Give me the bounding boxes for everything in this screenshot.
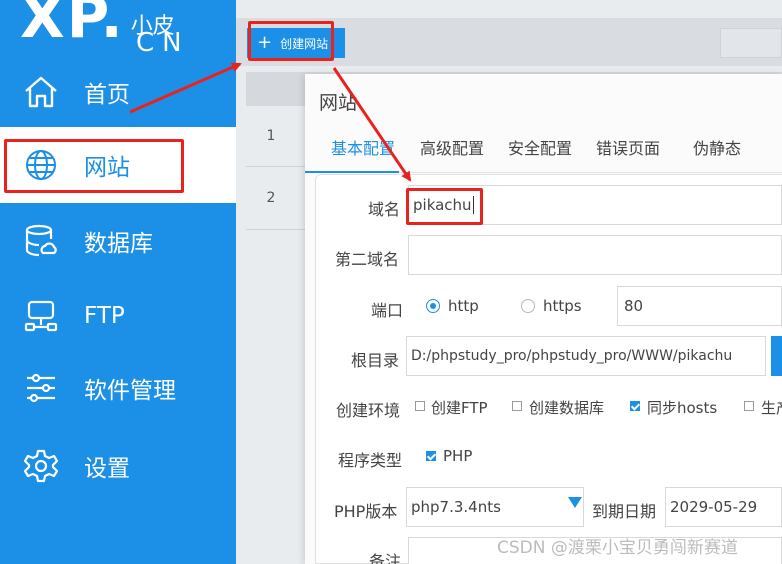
- sidebar-item-label: 软件管理: [84, 378, 176, 404]
- sidebar-item-label: 首页: [84, 82, 130, 108]
- tab-security-config[interactable]: 安全配置: [508, 135, 572, 159]
- database-icon: [22, 222, 60, 260]
- expire-date-label: 到期日期: [592, 502, 657, 521]
- expire-date-value: 2029-05-29: [670, 498, 758, 516]
- tab-basic-config[interactable]: 基本配置: [331, 135, 395, 159]
- php-version-select[interactable]: php7.3.4nts: [406, 487, 584, 527]
- home-icon: [22, 73, 60, 111]
- root-dir-input[interactable]: D:/phpstudy_pro/phpstudy_pro/WWW/pikachu: [406, 336, 766, 376]
- ftp-server-icon: [22, 297, 60, 335]
- root-dir-value: D:/phpstudy_pro/phpstudy_pro/WWW/pikachu: [411, 348, 733, 364]
- sidebar-item-label: FTP: [84, 303, 125, 329]
- table-row-number: 1: [266, 128, 276, 144]
- https-radio[interactable]: [521, 299, 535, 313]
- second-domain-label: 第二域名: [335, 250, 400, 269]
- sidebar-item-database[interactable]: 数据库: [0, 203, 236, 279]
- php-version-label: PHP版本: [334, 502, 398, 521]
- highlight-box-create-button: [248, 21, 334, 61]
- logo-text: XP.: [20, 0, 125, 51]
- create-ftp-label: 创建FTP: [431, 399, 488, 417]
- sidebar-item-home[interactable]: 首页: [0, 54, 236, 130]
- tab-advanced-config[interactable]: 高级配置: [420, 135, 484, 159]
- create-database-checkbox[interactable]: [512, 401, 522, 411]
- port-label: 端口: [371, 301, 404, 320]
- tab-error-pages[interactable]: 错误页面: [596, 135, 660, 159]
- second-domain-input[interactable]: [408, 235, 782, 275]
- browse-button[interactable]: [771, 336, 782, 376]
- sidebar-item-software[interactable]: 软件管理: [0, 350, 236, 426]
- sidebar-item-settings[interactable]: 设置: [0, 428, 236, 504]
- php-checkbox[interactable]: [426, 451, 436, 461]
- program-type-label: 程序类型: [338, 451, 403, 470]
- row-divider: [246, 229, 306, 230]
- sync-hosts-checkbox[interactable]: [630, 401, 640, 411]
- create-ftp-checkbox[interactable]: [415, 401, 425, 411]
- create-database-label: 创建数据库: [529, 399, 605, 417]
- note-label: 备注: [369, 552, 402, 564]
- https-radio-label: https: [543, 297, 582, 315]
- production-checkbox[interactable]: [744, 401, 754, 411]
- row-divider: [246, 166, 306, 167]
- watermark: CSDN @渡栗小宝贝勇闯新赛道: [497, 538, 738, 558]
- dropdown-caret-icon: [568, 497, 582, 508]
- highlight-box-website-nav: [4, 139, 184, 193]
- sidebar-item-ftp[interactable]: FTP: [0, 278, 236, 354]
- table-row-number: 2: [266, 190, 276, 206]
- sidebar: XP. 小皮 CN 首页 网站 数据库 FTP 软件管理 设置: [0, 0, 236, 564]
- expire-date-input[interactable]: 2029-05-29: [665, 487, 782, 527]
- port-input[interactable]: 80: [617, 286, 782, 326]
- active-tab-indicator: [305, 171, 399, 173]
- env-label: 创建环境: [336, 401, 401, 420]
- domain-label: 域名: [368, 200, 401, 219]
- port-value: 80: [624, 297, 644, 315]
- gear-icon: [22, 447, 60, 485]
- highlight-box-domain: [406, 188, 483, 225]
- tab-rewrite[interactable]: 伪静态: [693, 135, 741, 159]
- production-label: 生产: [761, 399, 782, 417]
- http-radio[interactable]: [426, 299, 440, 313]
- php-version-value: php7.3.4nts: [411, 498, 501, 516]
- toolbar-search-box[interactable]: [720, 28, 782, 58]
- sidebar-item-label: 设置: [84, 456, 130, 482]
- dialog-title: 网站: [319, 92, 358, 114]
- http-radio-label: http: [448, 297, 479, 315]
- sidebar-item-label: 数据库: [84, 231, 153, 257]
- php-checkbox-label: PHP: [443, 447, 473, 465]
- sliders-icon: [22, 369, 60, 407]
- sync-hosts-label: 同步hosts: [647, 399, 718, 417]
- root-dir-label: 根目录: [351, 351, 400, 370]
